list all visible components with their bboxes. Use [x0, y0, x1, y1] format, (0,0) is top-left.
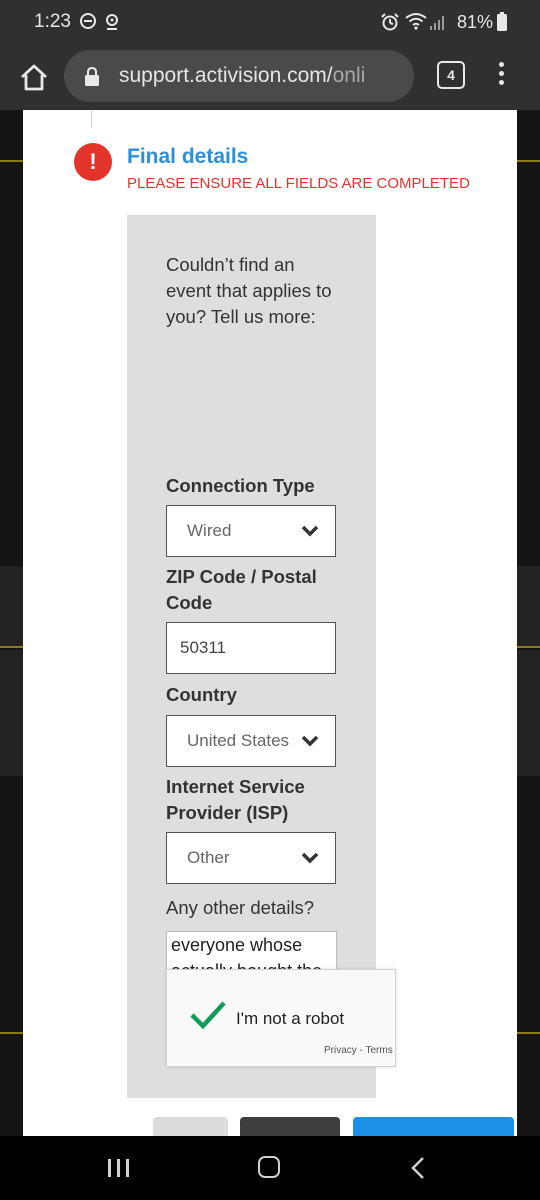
connection-type-value: Wired — [187, 521, 232, 540]
url-text: support.activision.com/onli — [119, 64, 365, 88]
form-panel: Couldn’t find an event that applies to y… — [127, 215, 396, 1098]
back-arrow-icon[interactable] — [410, 1156, 426, 1180]
cancel-button[interactable] — [153, 1117, 228, 1136]
system-navigation-bar — [0, 1136, 540, 1200]
zip-code-input[interactable]: 50311 — [166, 622, 336, 674]
connection-type-label: Connection Type — [166, 475, 315, 496]
overflow-menu-icon[interactable] — [496, 62, 506, 92]
battery-percentage: 81% — [457, 12, 494, 32]
submit-button[interactable] — [353, 1117, 514, 1136]
recaptcha-widget: I'm not a robot Privacy - Terms — [166, 969, 396, 1067]
section-title: Final details — [127, 145, 249, 168]
country-label: Country — [166, 684, 237, 705]
home-button-icon[interactable] — [258, 1156, 280, 1178]
country-select[interactable]: United States — [166, 715, 336, 767]
status-bar: 1:23 81% — [0, 0, 540, 46]
zip-code-label: ZIP Code / Postal Code — [166, 566, 317, 613]
checkmark-icon[interactable] — [189, 1000, 227, 1030]
isp-label: Internet Service Provider (ISP) — [166, 776, 305, 823]
chevron-down-icon — [301, 852, 319, 864]
signal-icon — [430, 16, 444, 30]
home-icon[interactable] — [16, 60, 52, 96]
url-host: support.activision.com/ — [119, 64, 333, 87]
lock-icon — [85, 66, 99, 86]
back-button[interactable] — [240, 1117, 340, 1136]
recaptcha-privacy-link[interactable]: Privacy - Terms — [324, 1045, 393, 1056]
clock: 1:23 — [34, 11, 71, 32]
do-not-disturb-icon — [80, 13, 96, 29]
error-icon: ! — [74, 143, 112, 181]
validation-warning: PLEASE ENSURE ALL FIELDS ARE COMPLETED — [127, 175, 470, 192]
details-label: Any other details? — [166, 897, 315, 918]
isp-select[interactable]: Other — [166, 832, 336, 884]
recaptcha-label: I'm not a robot — [236, 1009, 345, 1028]
chevron-down-icon — [301, 525, 319, 537]
alarm-icon — [381, 13, 399, 31]
battery-icon — [497, 12, 507, 31]
wifi-icon — [405, 13, 427, 30]
intro-text: Couldn’t find an event that applies to y… — [166, 254, 332, 327]
divider — [91, 110, 92, 128]
report-modal: ! Final details PLEASE ENSURE ALL FIELDS… — [23, 110, 517, 1136]
isp-value: Other — [187, 848, 230, 867]
address-bar[interactable]: support.activision.com/onli — [64, 50, 414, 102]
connection-type-select[interactable]: Wired — [166, 505, 336, 557]
browser-toolbar: support.activision.com/onli 4 — [0, 46, 540, 110]
location-icon — [106, 14, 118, 30]
recent-apps-icon[interactable] — [108, 1159, 130, 1177]
tab-switcher-button[interactable]: 4 — [437, 61, 465, 89]
url-path: onli — [332, 64, 366, 87]
chevron-down-icon — [301, 735, 319, 747]
zip-code-value: 50311 — [180, 638, 227, 657]
country-value: United States — [187, 731, 290, 750]
